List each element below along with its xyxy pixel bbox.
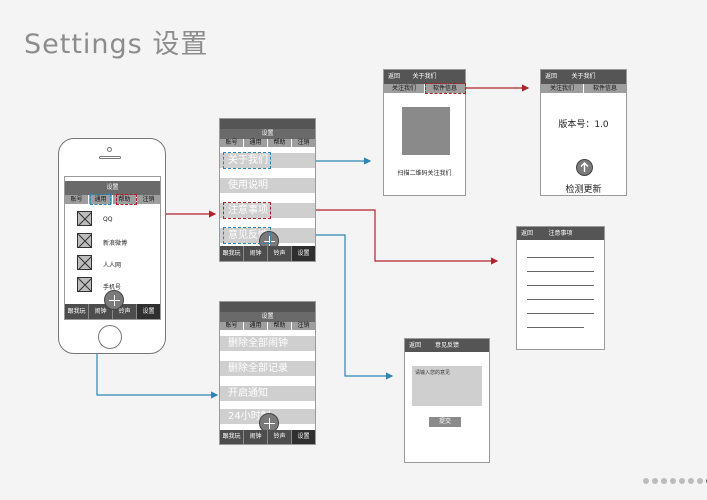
feedback-screen: 返回 意见反馈 请输入您的意见 提交 [404, 338, 490, 463]
software-header-bar: 返回 关于我们 [541, 70, 626, 84]
text-line [527, 327, 584, 328]
phone-home-button [98, 325, 122, 349]
back-button[interactable]: 返回 [521, 227, 533, 240]
tab-follow-us[interactable]: 关注我们 [384, 84, 425, 93]
page-dot[interactable] [688, 478, 694, 484]
feedback-input[interactable]: 请输入您的意见 [412, 366, 482, 406]
back-button[interactable]: 返回 [409, 339, 421, 352]
nav-ringtone[interactable]: 铃声 [268, 430, 292, 444]
phone-screen: 设置 账号 通用 帮助 注销 QQ 新浪微博 人人网 手机号 跟我玩 闹钟 铃声… [64, 176, 161, 320]
submit-button[interactable]: 提交 [429, 417, 461, 427]
text-line [527, 299, 594, 300]
software-tab-highlight [425, 83, 466, 94]
help-screen: 设置 账号 通用 帮助 注销 关于我们 使用说明 注意事项 意见反馈 跟我玩 闹… [219, 118, 316, 262]
text-line [527, 271, 594, 272]
page-dot[interactable] [661, 478, 667, 484]
tab-general[interactable]: 通用 [244, 139, 268, 147]
general-tabs: 账号 通用 帮助 注销 [220, 322, 315, 330]
nav-play[interactable]: 跟我玩 [220, 246, 244, 261]
status-bar [220, 302, 315, 312]
page-dot[interactable] [679, 478, 685, 484]
notes-header-bar: 返回 注意事项 [517, 227, 604, 240]
tab-software-info[interactable]: 软件信息 [584, 84, 626, 93]
menu-delete-records[interactable]: 删除全部记录 [220, 361, 315, 376]
phone-header: 设置 [65, 181, 160, 195]
menu-enable-notifications[interactable]: 开启通知 [220, 386, 315, 401]
help-bottom-nav: 跟我玩 闹钟 铃声 设置 [220, 246, 315, 261]
account-weibo[interactable]: 新浪微博 [103, 238, 127, 247]
tab-general[interactable]: 通用 [244, 322, 268, 330]
help-tabs: 账号 通用 帮助 注销 [220, 139, 315, 147]
software-tabs: 关注我们 软件信息 [541, 84, 626, 93]
about-highlight [223, 152, 271, 169]
tab-help[interactable]: 帮助 [268, 322, 292, 330]
menu-delete-alarms[interactable]: 删除全部闹钟 [220, 336, 315, 351]
pagination-dots [643, 478, 707, 484]
add-icon[interactable] [104, 290, 124, 310]
nav-alarm[interactable]: 闹钟 [244, 246, 268, 261]
account-renren[interactable]: 人人网 [103, 260, 121, 269]
back-button[interactable]: 返回 [545, 70, 557, 84]
help-tab-highlight [116, 194, 137, 205]
feedback-header-bar: 返回 意见反馈 [405, 339, 489, 352]
text-line [527, 285, 594, 286]
nav-ringtone[interactable]: 铃声 [268, 246, 292, 261]
page-dot[interactable] [697, 478, 703, 484]
nav-play[interactable]: 跟我玩 [220, 430, 244, 444]
status-bar [220, 119, 315, 129]
qr-code-image [402, 107, 450, 155]
account-qq[interactable]: QQ [103, 216, 112, 223]
tab-help[interactable]: 帮助 [268, 139, 292, 147]
about-screen: 返回 关于我们 关注我们 软件信息 扫描二维码关注我们 [383, 69, 466, 196]
nav-alarm[interactable]: 闹钟 [244, 430, 268, 444]
general-header: 设置 [220, 312, 315, 322]
page-dot[interactable] [643, 478, 649, 484]
general-tab-highlight [90, 194, 111, 205]
feedback-highlight [223, 227, 271, 244]
nav-play[interactable]: 跟我玩 [65, 304, 89, 319]
check-update-button[interactable]: 检测更新 [541, 182, 626, 195]
feedback-header: 意见反馈 [434, 342, 459, 349]
nav-settings[interactable]: 设置 [292, 430, 315, 444]
phone-number-icon [77, 277, 92, 292]
tab-logout[interactable]: 注销 [292, 322, 315, 330]
renren-icon [77, 255, 92, 270]
nav-settings[interactable]: 设置 [292, 246, 315, 261]
page-dot[interactable] [652, 478, 658, 484]
notes-highlight [223, 202, 271, 219]
general-screen: 设置 账号 通用 帮助 注销 删除全部闹钟 删除全部记录 开启通知 24小时制 … [219, 301, 316, 445]
phone-tabs: 账号 通用 帮助 注销 [65, 195, 160, 204]
phone-speaker [99, 156, 121, 159]
software-header: 关于我们 [571, 73, 596, 80]
text-line [527, 257, 594, 258]
notes-screen: 返回 注意事项 [516, 226, 605, 350]
qr-caption: 扫描二维码关注我们 [397, 170, 452, 177]
phone-camera [107, 147, 112, 152]
page-dot[interactable] [670, 478, 676, 484]
tab-account[interactable]: 账号 [65, 195, 89, 204]
tab-account[interactable]: 账号 [220, 139, 244, 147]
tab-account[interactable]: 账号 [220, 322, 244, 330]
software-screen: 返回 关于我们 关注我们 软件信息 版本号：1.0 检测更新 [540, 69, 627, 196]
help-header: 设置 [220, 129, 315, 139]
notes-header: 注意事项 [548, 230, 573, 237]
tab-logout[interactable]: 注销 [137, 195, 160, 204]
weibo-icon [77, 233, 92, 248]
menu-instructions[interactable]: 使用说明 [220, 178, 315, 193]
about-header-bar: 返回 关于我们 [384, 70, 465, 84]
general-bottom-nav: 跟我玩 闹钟 铃声 设置 [220, 430, 315, 444]
update-icon[interactable] [576, 159, 593, 176]
tab-follow-us[interactable]: 关注我们 [541, 84, 584, 93]
version-text: 版本号：1.0 [558, 120, 609, 130]
text-line [527, 313, 594, 314]
back-button[interactable]: 返回 [388, 70, 400, 84]
about-header: 关于我们 [412, 73, 437, 80]
nav-settings[interactable]: 设置 [137, 304, 160, 319]
qq-icon [77, 211, 92, 226]
tab-logout[interactable]: 注销 [292, 139, 315, 147]
